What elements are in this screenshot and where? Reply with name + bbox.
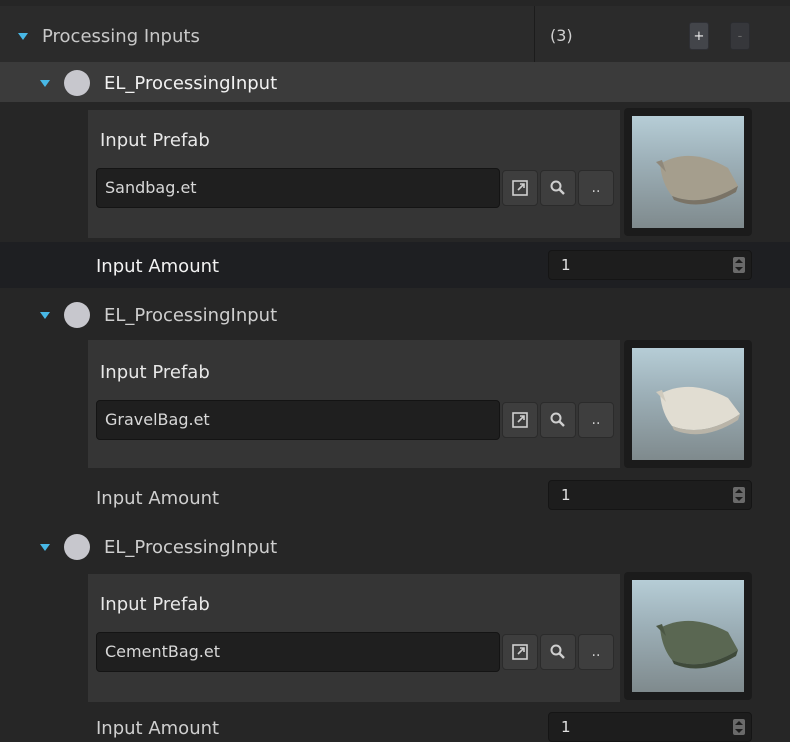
find-prefab-button[interactable] [540, 634, 576, 670]
sandbag-thumbnail [632, 116, 744, 228]
browse-prefab-button[interactable]: .. [578, 634, 614, 670]
browse-prefab-button[interactable]: .. [578, 170, 614, 206]
element-label: EL_ProcessingInput [104, 304, 278, 326]
processing-inputs-label: Processing Inputs [42, 25, 200, 47]
bag-icon [656, 155, 738, 205]
bag-icon [656, 386, 740, 435]
search-icon [550, 644, 565, 659]
browse-label: .. [591, 180, 601, 196]
remove-element-button[interactable]: - [730, 22, 750, 50]
input-amount-spinbox[interactable]: 1 [548, 250, 752, 280]
input-amount-spinbox[interactable]: 1 [548, 480, 752, 510]
prefab-path-field[interactable]: CementBag.et [96, 632, 500, 672]
open-external-icon [512, 644, 528, 660]
input-prefab-label: Input Prefab [100, 362, 210, 383]
prefab-preview-3[interactable] [624, 572, 752, 700]
browse-label: .. [591, 412, 601, 428]
element-state-icon [64, 534, 90, 560]
plus-icon: + [693, 28, 705, 44]
prefab-path-field[interactable]: Sandbag.et [96, 168, 500, 208]
open-prefab-button[interactable] [502, 402, 538, 438]
expand-arrow-icon [40, 311, 50, 319]
find-prefab-button[interactable] [540, 170, 576, 206]
element-label: EL_ProcessingInput [104, 72, 278, 94]
input-amount-label: Input Amount [96, 488, 220, 509]
find-prefab-button[interactable] [540, 402, 576, 438]
input-amount-value: 1 [561, 718, 571, 736]
element-toggle-3[interactable]: EL_ProcessingInput [40, 534, 340, 560]
input-amount-label: Input Amount [96, 718, 220, 739]
open-prefab-button[interactable] [502, 170, 538, 206]
spin-arrows-icon[interactable] [733, 487, 745, 503]
gravelbag-thumbnail [632, 348, 744, 460]
input-amount-value: 1 [561, 256, 571, 274]
open-external-icon [512, 180, 528, 196]
minus-icon: - [737, 28, 743, 44]
expand-arrow-icon [40, 543, 50, 551]
prefab-path-field[interactable]: GravelBag.et [96, 400, 500, 440]
element-toggle-2[interactable]: EL_ProcessingInput [40, 302, 340, 328]
search-icon [550, 180, 565, 195]
cementbag-thumbnail [632, 580, 744, 692]
element-state-icon [64, 302, 90, 328]
element-state-icon [64, 70, 90, 96]
processing-inputs-toggle[interactable]: Processing Inputs [18, 20, 248, 52]
browse-label: .. [591, 644, 601, 660]
input-prefab-label: Input Prefab [100, 130, 210, 151]
input-amount-value: 1 [561, 486, 571, 504]
spin-arrows-icon[interactable] [733, 719, 745, 735]
add-element-button[interactable]: + [689, 22, 709, 50]
prefab-preview-2[interactable] [624, 340, 752, 468]
prefab-preview-1[interactable] [624, 108, 752, 236]
input-amount-spinbox[interactable]: 1 [548, 712, 752, 742]
open-prefab-button[interactable] [502, 634, 538, 670]
search-icon [550, 412, 565, 427]
element-toggle-1[interactable]: EL_ProcessingInput [40, 70, 340, 96]
expand-arrow-icon [40, 79, 50, 87]
open-external-icon [512, 412, 528, 428]
bag-icon [656, 620, 738, 669]
array-count: (3) [550, 26, 573, 45]
expand-arrow-icon [18, 32, 28, 40]
input-prefab-label: Input Prefab [100, 594, 210, 615]
browse-prefab-button[interactable]: .. [578, 402, 614, 438]
input-amount-label: Input Amount [96, 256, 220, 277]
spin-arrows-icon[interactable] [733, 257, 745, 273]
element-label: EL_ProcessingInput [104, 536, 278, 558]
